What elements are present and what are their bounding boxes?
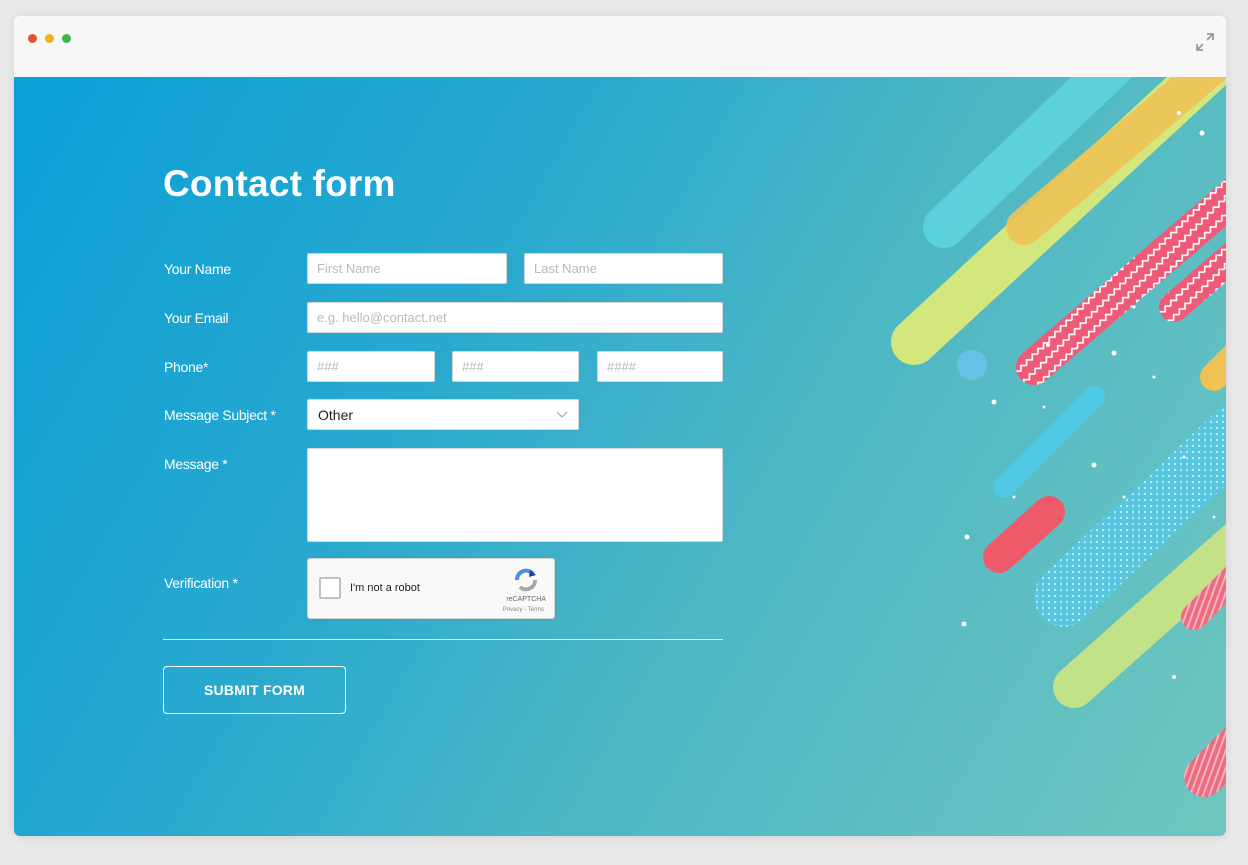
- phone-label: Phone*: [164, 359, 209, 375]
- recaptcha-logo-icon: [515, 568, 537, 592]
- email-label: Your Email: [164, 310, 229, 326]
- verification-label: Verification *: [164, 575, 238, 591]
- phone-area-input[interactable]: [307, 351, 435, 382]
- browser-window: Contact form Your Name Your Email Phone*…: [14, 16, 1226, 836]
- phone-prefix-input[interactable]: [452, 351, 579, 382]
- email-input[interactable]: [307, 302, 723, 333]
- subject-label: Message Subject *: [164, 407, 276, 423]
- phone-line-input[interactable]: [597, 351, 723, 382]
- recaptcha-checkbox[interactable]: [319, 577, 341, 599]
- chevron-down-icon: [556, 411, 568, 418]
- first-name-input[interactable]: [307, 253, 507, 284]
- expand-icon[interactable]: [1194, 31, 1216, 53]
- form-page: Contact form Your Name Your Email Phone*…: [14, 77, 1226, 836]
- recaptcha-label: I'm not a robot: [350, 582, 420, 594]
- message-label: Message *: [164, 456, 228, 472]
- subject-select[interactable]: Other: [307, 399, 579, 430]
- name-label: Your Name: [164, 261, 231, 277]
- last-name-input[interactable]: [524, 253, 723, 284]
- window-titlebar: [14, 16, 1226, 78]
- maximize-dot[interactable]: [62, 34, 71, 43]
- recaptcha-widget: I'm not a robot reCAPTCHA Privacy - Term…: [307, 558, 555, 619]
- subject-select-value: Other: [318, 407, 354, 423]
- submit-button[interactable]: SUBMIT FORM: [163, 666, 346, 714]
- recaptcha-brand: reCAPTCHA: [506, 596, 546, 603]
- recaptcha-links[interactable]: Privacy - Terms: [503, 607, 544, 613]
- close-dot[interactable]: [28, 34, 37, 43]
- page-title: Contact form: [163, 163, 396, 204]
- message-textarea[interactable]: [307, 448, 723, 542]
- form-divider: [163, 639, 723, 640]
- minimize-dot[interactable]: [45, 34, 54, 43]
